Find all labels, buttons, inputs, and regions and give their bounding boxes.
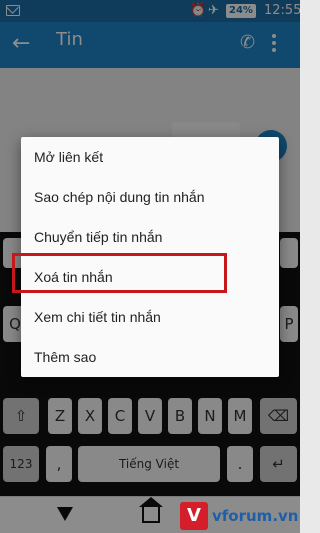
highlight-box — [12, 253, 227, 293]
menu-item-open-link[interactable]: Mở liên kết — [21, 137, 279, 177]
watermark-logo: V — [180, 502, 208, 530]
watermark-text: vforum.vn — [212, 507, 299, 525]
watermark: V vforum.vn — [180, 502, 300, 530]
menu-item-copy-text[interactable]: Sao chép nội dung tin nhắn — [21, 177, 279, 217]
menu-item-add-star[interactable]: Thêm sao — [21, 337, 279, 377]
menu-item-view-details[interactable]: Xem chi tiết tin nhắn — [21, 297, 279, 337]
menu-item-forward[interactable]: Chuyển tiếp tin nhắn — [21, 217, 279, 257]
